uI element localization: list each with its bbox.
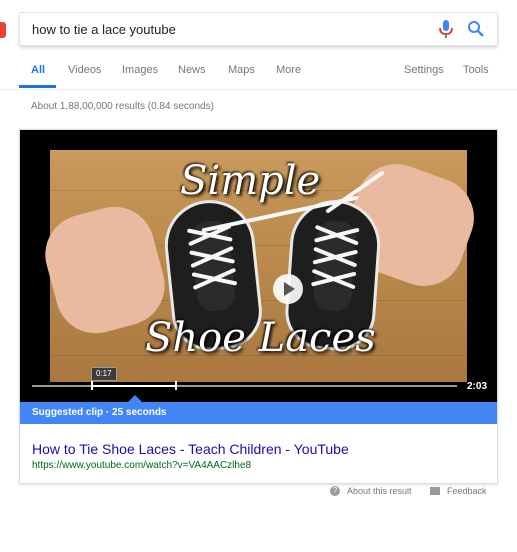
tab-videos[interactable]: Videos	[68, 64, 101, 76]
feedback-label: Feedback	[447, 486, 487, 496]
clip-start-handle[interactable]	[91, 381, 93, 390]
help-icon: ?	[330, 486, 340, 496]
video-thumbnail[interactable]: Simple Shoe Laces	[36, 150, 486, 382]
tools-link[interactable]: Tools	[463, 64, 489, 76]
search-tabs: All Videos Images News Maps More Setting…	[19, 64, 499, 88]
search-icon[interactable]	[467, 20, 485, 38]
active-tab-underline	[19, 85, 56, 88]
thumbnail-title-bottom: Shoe Laces	[145, 315, 376, 361]
tab-news[interactable]: News	[178, 64, 206, 76]
video-duration: 2:03	[467, 381, 488, 392]
thumbnail-title-top: Simple	[180, 158, 321, 204]
result-title-link[interactable]: How to Tie Shoe Laces - Teach Children -…	[32, 441, 349, 457]
tabs-divider	[0, 89, 517, 90]
settings-link[interactable]: Settings	[404, 64, 444, 76]
video-player[interactable]: Simple Shoe Laces 0:17 2:03	[20, 130, 497, 402]
tab-images[interactable]: Images	[122, 64, 158, 76]
suggested-clip-pointer	[128, 395, 142, 402]
result-stats: About 1,88,00,000 results (0.84 seconds)	[31, 101, 214, 112]
play-icon[interactable]	[273, 274, 303, 304]
featured-video-card: Simple Shoe Laces 0:17 2:03 Suggested cl…	[19, 129, 498, 484]
clip-timestamp: 0:17	[91, 367, 117, 381]
about-this-result-link[interactable]: ? About this result	[330, 486, 412, 496]
suggested-clip-bar: Suggested clip · 25 seconds	[20, 402, 497, 424]
result-url[interactable]: https://www.youtube.com/watch?v=VA4AACzl…	[32, 460, 251, 471]
tab-all[interactable]: All	[31, 64, 45, 76]
search-input[interactable]	[20, 14, 437, 44]
microphone-icon[interactable]	[437, 19, 455, 39]
about-this-result-label: About this result	[347, 486, 412, 496]
tab-more[interactable]: More	[276, 64, 301, 76]
search-bar	[19, 12, 498, 46]
clip-end-handle[interactable]	[175, 381, 177, 390]
suggested-clip-range[interactable]	[92, 385, 176, 387]
google-logo-fragment[interactable]	[0, 22, 6, 38]
tab-maps[interactable]: Maps	[228, 64, 255, 76]
feedback-icon	[430, 487, 440, 495]
feedback-link[interactable]: Feedback	[430, 486, 487, 496]
